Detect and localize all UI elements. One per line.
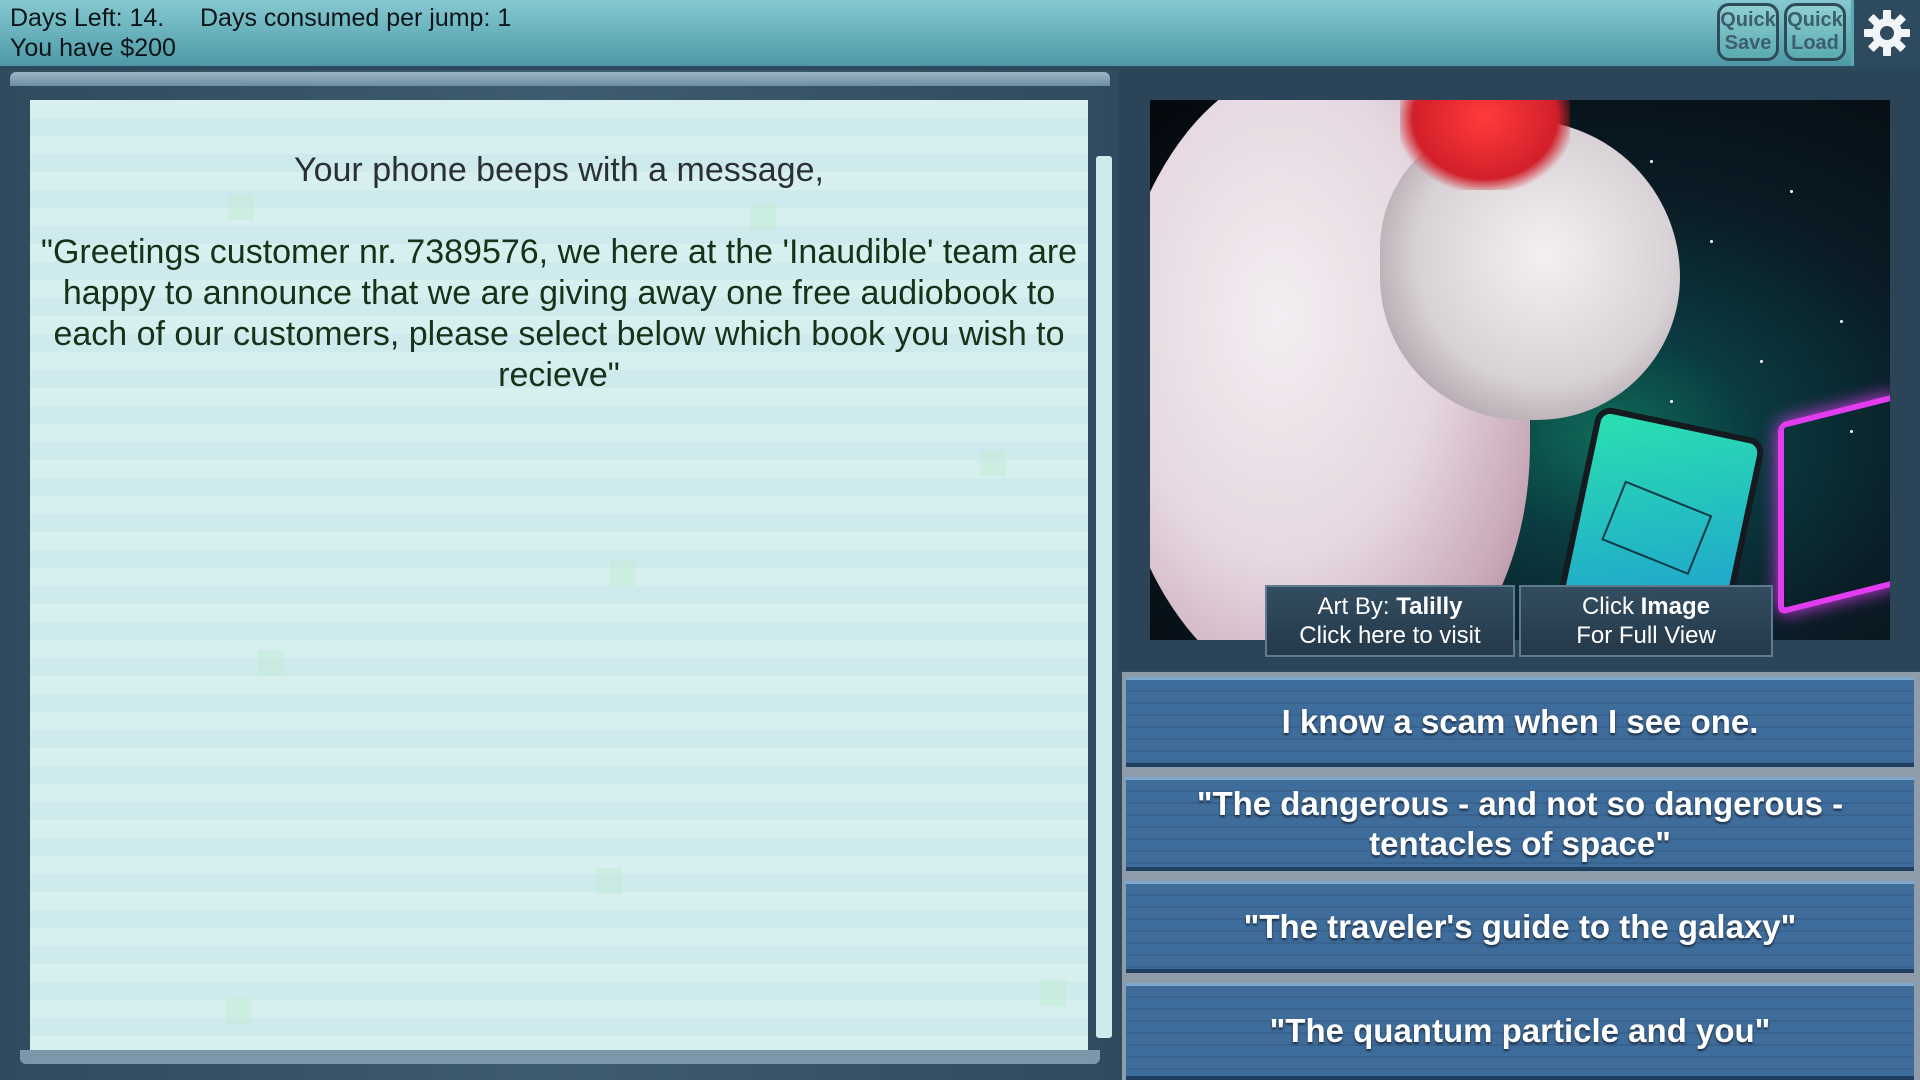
star — [1760, 360, 1763, 363]
quick-save-button[interactable]: Quick Save — [1717, 3, 1779, 61]
quick-load-label-1: Quick — [1787, 9, 1843, 31]
bg-particle — [596, 868, 622, 894]
star — [1840, 320, 1843, 323]
full-view-line: Click Image — [1521, 592, 1771, 621]
choice-button[interactable]: "The traveler's guide to the galaxy" — [1126, 881, 1914, 973]
visit-text: Click here to visit — [1299, 622, 1481, 649]
artist-credit-line: Art By: Talilly — [1267, 592, 1513, 621]
story-panel-bottom-edge — [20, 1050, 1100, 1064]
gear-icon — [1864, 10, 1910, 56]
quick-save-label-2: Save — [1724, 32, 1772, 54]
choice-button[interactable]: "The quantum particle and you" — [1126, 983, 1914, 1080]
days-per-jump-text: Days consumed per jump: 1 — [200, 4, 512, 32]
bg-particle — [258, 650, 284, 676]
bg-particle — [980, 450, 1006, 476]
story-text-panel: Your phone beeps with a message, "Greeti… — [30, 100, 1088, 1050]
choice-button[interactable]: "The dangerous - and not so dangerous - … — [1126, 777, 1914, 871]
neon-sign — [1778, 392, 1890, 616]
bg-particle — [226, 998, 252, 1024]
quick-load-label-2: Load — [1791, 32, 1839, 54]
bg-particle — [1040, 980, 1066, 1006]
full-view-button[interactable]: Click Image For Full View — [1519, 585, 1773, 657]
star — [1790, 190, 1793, 193]
phone-note — [1601, 480, 1713, 576]
art-by-label: Art By: — [1317, 593, 1397, 620]
artist-credit-button[interactable]: Art By: Talilly Click here to visit — [1265, 585, 1515, 657]
settings-button[interactable] — [1851, 0, 1920, 66]
star — [1710, 240, 1713, 243]
quick-save-label-1: Quick — [1720, 9, 1776, 31]
choice-button[interactable]: I know a scam when I see one. — [1126, 677, 1914, 767]
story-message: "Greetings customer nr. 7389576, we here… — [40, 233, 1078, 394]
full-view-prefix: Click — [1581, 593, 1641, 620]
star — [1650, 160, 1653, 163]
story-panel-top-edge — [10, 72, 1110, 86]
scene-image[interactable] — [1150, 100, 1890, 640]
full-view-suffix: For Full View — [1576, 622, 1716, 649]
days-left-text: Days Left: 14. — [10, 4, 165, 32]
story-scrollbar[interactable] — [1096, 156, 1112, 1038]
full-view-bold: Image — [1640, 593, 1711, 620]
character-red-hair — [1400, 100, 1570, 190]
story-text: Your phone beeps with a message, "Greeti… — [30, 150, 1088, 396]
status-bar: Days Left: 14. Days consumed per jump: 1… — [0, 0, 1920, 70]
artist-name: Talilly — [1396, 593, 1463, 620]
star — [1670, 400, 1673, 403]
bg-particle — [610, 560, 636, 586]
quick-load-button[interactable]: Quick Load — [1784, 3, 1846, 61]
money-text: You have $200 — [10, 34, 176, 62]
story-intro: Your phone beeps with a message, — [294, 151, 824, 189]
